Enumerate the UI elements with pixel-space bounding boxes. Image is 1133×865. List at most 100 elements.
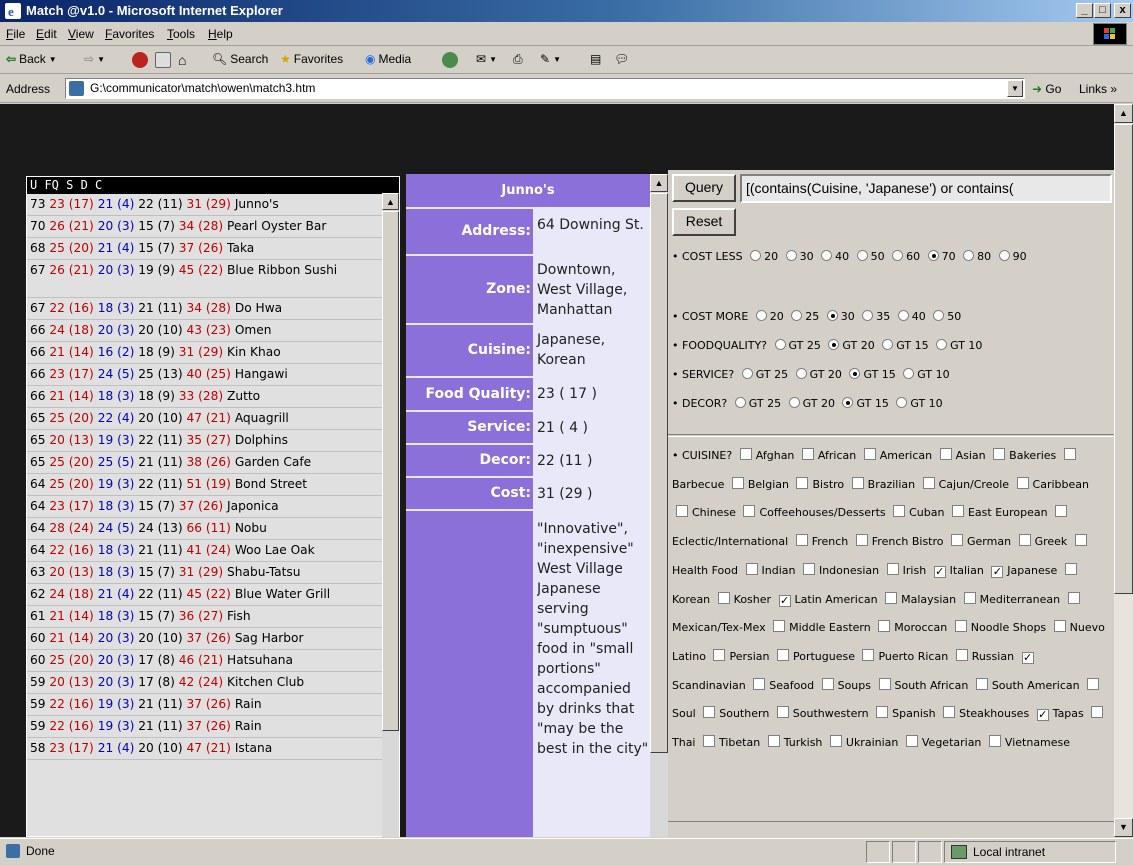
radio-button[interactable] bbox=[826, 310, 838, 321]
list-scrollbar[interactable]: ▲ bbox=[382, 193, 399, 837]
close-button[interactable]: x bbox=[1114, 3, 1131, 18]
decor-option[interactable]: GT 15 bbox=[838, 397, 889, 410]
list-item[interactable]: 65 20 (13) 19 (3) 22 (11) 35 (27) Dolphi… bbox=[27, 430, 399, 452]
checkbox[interactable] bbox=[676, 505, 688, 518]
print-button[interactable]: ⎙ bbox=[513, 52, 523, 67]
food-quality-option[interactable]: GT 15 bbox=[878, 339, 929, 352]
cost-less-option[interactable]: 90 bbox=[995, 250, 1027, 263]
query-expression-input[interactable]: [(contains(Cuisine, 'Japanese') or conta… bbox=[740, 174, 1112, 203]
cuisine-option[interactable]: ✓ Tapas bbox=[1033, 707, 1084, 722]
address-dropdown-button[interactable]: ▼ bbox=[1007, 80, 1023, 97]
address-input[interactable]: G:\communicator\match\owen\match3.htm ▼ bbox=[65, 78, 1025, 99]
cuisine-option[interactable]: Moroccan bbox=[874, 620, 947, 634]
cuisine-option[interactable]: Bistro bbox=[792, 476, 844, 491]
checkbox[interactable]: ✓ bbox=[991, 565, 1004, 578]
detail-scroll-thumb[interactable] bbox=[650, 193, 668, 753]
checkbox[interactable] bbox=[975, 677, 988, 690]
cuisine-option[interactable]: Indonesian bbox=[799, 562, 879, 577]
list-item[interactable]: 66 23 (17) 24 (5) 25 (13) 40 (25) Hangaw… bbox=[27, 364, 399, 386]
checkbox[interactable] bbox=[745, 562, 758, 575]
radio-button[interactable] bbox=[856, 250, 868, 261]
menu-favorites[interactable]: Favorites bbox=[105, 27, 154, 41]
list-item[interactable]: 59 20 (13) 20 (3) 17 (8) 42 (24) Kitchen… bbox=[27, 672, 399, 694]
checkbox[interactable] bbox=[1074, 534, 1087, 547]
checkbox[interactable] bbox=[943, 706, 956, 719]
cuisine-option[interactable]: Ukrainian bbox=[826, 735, 898, 749]
checkbox[interactable] bbox=[801, 448, 814, 460]
checkbox[interactable]: ✓ bbox=[778, 594, 791, 607]
cuisine-option[interactable]: Greek bbox=[1015, 534, 1067, 548]
checkbox[interactable] bbox=[893, 505, 906, 518]
radio-button[interactable] bbox=[963, 250, 975, 261]
favorites-button[interactable]: ★ Favorites bbox=[280, 52, 343, 66]
checkbox[interactable] bbox=[1064, 562, 1077, 575]
checkbox[interactable] bbox=[988, 735, 1001, 748]
radio-button[interactable] bbox=[734, 397, 746, 408]
cost-less-option[interactable]: 40 bbox=[817, 250, 849, 263]
list-item[interactable]: 70 26 (21) 20 (3) 15 (7) 34 (28) Pearl O… bbox=[27, 216, 399, 238]
radio-button[interactable] bbox=[828, 339, 840, 350]
scroll-up-icon[interactable]: ▲ bbox=[1114, 104, 1133, 123]
food-quality-option[interactable]: GT 20 bbox=[824, 339, 875, 352]
checkbox[interactable] bbox=[767, 735, 780, 748]
back-button[interactable]: ⇦ Back ▼ bbox=[6, 52, 57, 66]
checkbox[interactable] bbox=[1063, 448, 1076, 460]
links-button[interactable]: Links » bbox=[1079, 82, 1117, 96]
list-scroll-thumb[interactable] bbox=[382, 211, 399, 731]
checkbox[interactable]: ✓ bbox=[1036, 709, 1049, 722]
query-button[interactable]: Query bbox=[672, 174, 736, 202]
checkbox[interactable] bbox=[993, 448, 1006, 460]
cuisine-option[interactable]: Kosher bbox=[714, 591, 771, 606]
detail-scrollbar[interactable]: ▲ bbox=[650, 174, 668, 837]
radio-button[interactable] bbox=[750, 250, 762, 261]
cuisine-option[interactable]: Puerto Rican bbox=[858, 648, 948, 663]
cost-less-option[interactable]: 70 bbox=[924, 250, 956, 263]
cost-more-option[interactable]: 25 bbox=[787, 310, 819, 323]
radio-button[interactable] bbox=[903, 368, 915, 379]
radio-button[interactable] bbox=[795, 368, 807, 379]
radio-button[interactable] bbox=[785, 250, 797, 261]
home-button[interactable]: ⌂ bbox=[178, 52, 186, 68]
cost-less-option[interactable]: 60 bbox=[888, 250, 920, 263]
service-option[interactable]: GT 25 bbox=[738, 368, 788, 381]
detail-scroll-up-icon[interactable]: ▲ bbox=[650, 174, 668, 192]
checkbox[interactable] bbox=[954, 620, 967, 633]
cuisine-option[interactable]: Portuguese bbox=[773, 648, 855, 663]
cuisine-option[interactable]: ✓ Japanese bbox=[987, 564, 1057, 578]
list-item[interactable]: 66 21 (14) 18 (3) 18 (9) 33 (28) Zutto bbox=[27, 386, 399, 408]
checkbox[interactable] bbox=[922, 476, 935, 489]
cost-more-option[interactable]: 40 bbox=[894, 310, 926, 323]
list-item[interactable]: 67 26 (21) 20 (3) 19 (9) 45 (22) Blue Ri… bbox=[27, 260, 399, 298]
cost-more-option[interactable]: 50 bbox=[929, 310, 961, 323]
search-button[interactable]: 🔍︎ Search bbox=[212, 52, 268, 66]
cuisine-option[interactable]: Russian bbox=[952, 648, 1014, 663]
checkbox[interactable] bbox=[703, 706, 716, 719]
checkbox[interactable] bbox=[905, 735, 918, 748]
list-item[interactable]: 67 22 (16) 18 (3) 21 (11) 34 (28) Do Hwa bbox=[27, 298, 399, 320]
messenger-button[interactable]: 💬︎ bbox=[614, 52, 629, 66]
forward-button[interactable]: ⇨ ▼ bbox=[84, 52, 105, 66]
cuisine-option[interactable]: Asian bbox=[936, 448, 986, 462]
radio-button[interactable] bbox=[862, 310, 874, 321]
checkbox[interactable] bbox=[886, 562, 899, 575]
list-item[interactable]: 66 24 (18) 20 (3) 20 (10) 43 (23) Omen bbox=[27, 320, 399, 342]
checkbox[interactable] bbox=[731, 476, 744, 489]
cuisine-option[interactable]: Tibetan bbox=[699, 735, 760, 749]
checkbox[interactable] bbox=[1053, 620, 1066, 633]
list-item[interactable]: 73 23 (17) 21 (4) 22 (11) 31 (29) Junno'… bbox=[27, 194, 399, 216]
cuisine-option[interactable]: Brazilian bbox=[848, 476, 915, 491]
cuisine-option[interactable]: Soups bbox=[818, 677, 871, 692]
cuisine-option[interactable]: South American bbox=[972, 677, 1080, 692]
checkbox[interactable] bbox=[753, 677, 766, 690]
radio-button[interactable] bbox=[791, 310, 803, 321]
checkbox[interactable]: ✓ bbox=[1021, 651, 1034, 664]
cost-more-option[interactable]: 20 bbox=[752, 310, 784, 323]
decor-option[interactable]: GT 20 bbox=[785, 397, 835, 410]
cost-less-option[interactable]: 50 bbox=[853, 250, 885, 263]
list-item[interactable]: 59 22 (16) 19 (3) 21 (11) 37 (26) Rain bbox=[27, 694, 399, 716]
list-item[interactable]: 60 21 (14) 20 (3) 20 (10) 37 (26) Sag Ha… bbox=[27, 628, 399, 650]
checkbox[interactable] bbox=[821, 677, 834, 690]
cuisine-option[interactable]: German bbox=[947, 534, 1011, 548]
checkbox[interactable] bbox=[1016, 476, 1029, 489]
list-item[interactable]: 64 23 (17) 18 (3) 15 (7) 37 (26) Japonic… bbox=[27, 496, 399, 518]
